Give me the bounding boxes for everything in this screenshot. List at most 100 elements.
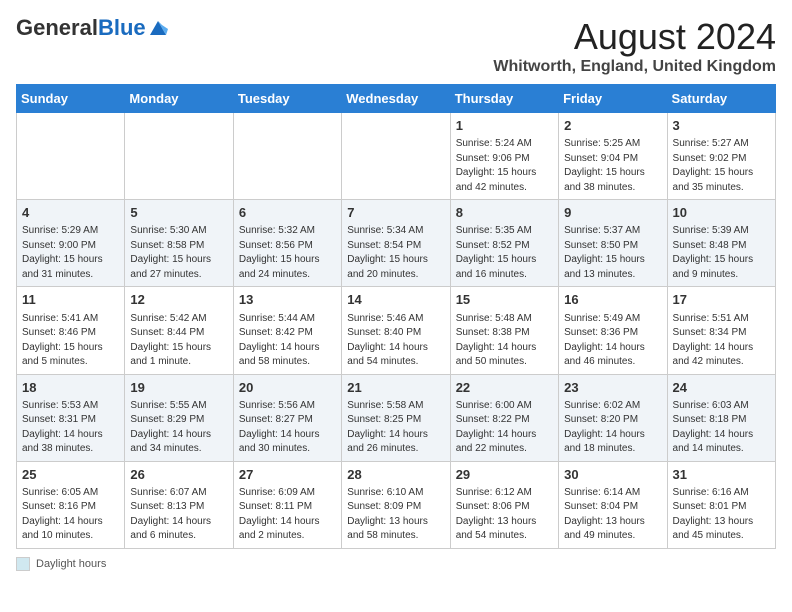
footer-note: Daylight hours [16, 557, 776, 571]
calendar-cell: 18 Sunrise: 5:53 AM Sunset: 8:31 PM Dayli… [17, 374, 125, 461]
day-number: 14 [347, 291, 444, 309]
day-info: Sunrise: 6:12 AM Sunset: 8:06 PM Dayligh… [456, 486, 553, 544]
calendar-cell: 16Sunrise: 5:49 AM Sunset: 8:36 PM Dayli… [559, 287, 667, 374]
day-number: 24 [673, 379, 770, 397]
day-number: 17 [673, 291, 770, 309]
calendar-cell [342, 113, 450, 200]
day-number: 22 [456, 379, 553, 397]
day-number: 3 [673, 117, 770, 135]
day-number: 21 [347, 379, 444, 397]
day-info: Sunrise: 5:37 AM Sunset: 8:50 PM Dayligh… [564, 224, 661, 282]
calendar-cell: 2 Sunrise: 5:25 AM Sunset: 9:04 PM Daylig… [559, 113, 667, 200]
page-header: GeneralBlue August 2024 Whitworth, Engla… [16, 16, 776, 76]
calendar-cell: 10 Sunrise: 5:39 AM Sunset: 8:48 PM Dayli… [667, 200, 775, 287]
calendar-cell: 22 Sunrise: 6:00 AM Sunset: 8:22 PM Dayli… [450, 374, 558, 461]
day-info: Sunrise: 5:25 AM Sunset: 9:04 PM Dayligh… [564, 137, 661, 195]
day-number: 1 [456, 117, 553, 135]
calendar-header-row: SundayMondayTuesdayWednesdayThursdayFrid… [17, 85, 776, 113]
day-info: Sunrise: 5:56 AM Sunset: 8:27 PM Dayligh… [239, 399, 336, 457]
weekday-header-thursday: Thursday [450, 85, 558, 113]
day-number: 10 [673, 204, 770, 222]
calendar-cell: 5 Sunrise: 5:30 AM Sunset: 8:58 PM Daylig… [125, 200, 233, 287]
day-info: Sunrise: 6:10 AM Sunset: 8:09 PM Dayligh… [347, 486, 444, 544]
weekday-header-saturday: Saturday [667, 85, 775, 113]
calendar-cell: 6 Sunrise: 5:32 AM Sunset: 8:56 PM Daylig… [233, 200, 341, 287]
calendar-cell [125, 113, 233, 200]
day-number: 5 [130, 204, 227, 222]
day-number: 4 [22, 204, 119, 222]
day-info: Sunrise: 6:07 AM Sunset: 8:13 PM Dayligh… [130, 486, 227, 544]
day-info: Sunrise: 5:46 AM Sunset: 8:40 PM Dayligh… [347, 312, 444, 370]
calendar-cell: 30 Sunrise: 6:14 AM Sunset: 8:04 PM Dayli… [559, 461, 667, 548]
day-number: 30 [564, 466, 661, 484]
calendar-cell: 3 Sunrise: 5:27 AM Sunset: 9:02 PM Daylig… [667, 113, 775, 200]
day-info: Sunrise: 6:00 AM Sunset: 8:22 PM Dayligh… [456, 399, 553, 457]
day-info: Sunrise: 5:53 AM Sunset: 8:31 PM Dayligh… [22, 399, 119, 457]
calendar-cell [17, 113, 125, 200]
weekday-header-friday: Friday [559, 85, 667, 113]
day-number: 11 [22, 291, 119, 309]
calendar-cell: 28 Sunrise: 6:10 AM Sunset: 8:09 PM Dayli… [342, 461, 450, 548]
calendar-week-row: 25Sunrise: 6:05 AM Sunset: 8:16 PM Dayli… [17, 461, 776, 548]
calendar-cell: 15 Sunrise: 5:48 AM Sunset: 8:38 PM Dayli… [450, 287, 558, 374]
calendar-week-row: 4 Sunrise: 5:29 AM Sunset: 9:00 PM Daylig… [17, 200, 776, 287]
day-number: 20 [239, 379, 336, 397]
calendar-cell: 14 Sunrise: 5:46 AM Sunset: 8:40 PM Dayli… [342, 287, 450, 374]
logo: GeneralBlue [16, 16, 168, 40]
calendar-cell: 26 Sunrise: 6:07 AM Sunset: 8:13 PM Dayli… [125, 461, 233, 548]
calendar-week-row: 11 Sunrise: 5:41 AM Sunset: 8:46 PM Dayli… [17, 287, 776, 374]
day-number: 12 [130, 291, 227, 309]
day-info: Sunrise: 6:02 AM Sunset: 8:20 PM Dayligh… [564, 399, 661, 457]
day-info: Sunrise: 5:30 AM Sunset: 8:58 PM Dayligh… [130, 224, 227, 282]
day-number: 2 [564, 117, 661, 135]
day-info: Sunrise: 5:55 AM Sunset: 8:29 PM Dayligh… [130, 399, 227, 457]
day-info: Sunrise: 5:44 AM Sunset: 8:42 PM Dayligh… [239, 312, 336, 370]
day-info: Sunrise: 5:34 AM Sunset: 8:54 PM Dayligh… [347, 224, 444, 282]
day-info: Sunrise: 5:48 AM Sunset: 8:38 PM Dayligh… [456, 312, 553, 370]
weekday-header-sunday: Sunday [17, 85, 125, 113]
day-info: Sunrise: 6:05 AM Sunset: 8:16 PM Dayligh… [22, 486, 119, 544]
day-number: 18 [22, 379, 119, 397]
title-block: August 2024 Whitworth, England, United K… [493, 16, 776, 76]
day-info: Sunrise: 5:51 AM Sunset: 8:34 PM Dayligh… [673, 312, 770, 370]
calendar-cell [233, 113, 341, 200]
day-number: 28 [347, 466, 444, 484]
day-number: 8 [456, 204, 553, 222]
day-info: Sunrise: 5:29 AM Sunset: 9:00 PM Dayligh… [22, 224, 119, 282]
calendar-cell: 8Sunrise: 5:35 AM Sunset: 8:52 PM Daylig… [450, 200, 558, 287]
calendar-cell: 12Sunrise: 5:42 AM Sunset: 8:44 PM Dayli… [125, 287, 233, 374]
day-number: 15 [456, 291, 553, 309]
calendar-cell: 23Sunrise: 6:02 AM Sunset: 8:20 PM Dayli… [559, 374, 667, 461]
calendar-cell: 19 Sunrise: 5:55 AM Sunset: 8:29 PM Dayli… [125, 374, 233, 461]
daylight-box [16, 557, 30, 571]
day-number: 13 [239, 291, 336, 309]
day-info: Sunrise: 5:39 AM Sunset: 8:48 PM Dayligh… [673, 224, 770, 282]
day-info: Sunrise: 5:41 AM Sunset: 8:46 PM Dayligh… [22, 312, 119, 370]
day-number: 9 [564, 204, 661, 222]
calendar-cell: 17 Sunrise: 5:51 AM Sunset: 8:34 PM Dayli… [667, 287, 775, 374]
calendar-cell: 11 Sunrise: 5:41 AM Sunset: 8:46 PM Dayli… [17, 287, 125, 374]
day-info: Sunrise: 5:58 AM Sunset: 8:25 PM Dayligh… [347, 399, 444, 457]
day-number: 26 [130, 466, 227, 484]
day-info: Sunrise: 6:16 AM Sunset: 8:01 PM Dayligh… [673, 486, 770, 544]
day-number: 19 [130, 379, 227, 397]
weekday-header-wednesday: Wednesday [342, 85, 450, 113]
calendar-cell: 13 Sunrise: 5:44 AM Sunset: 8:42 PM Dayli… [233, 287, 341, 374]
day-info: Sunrise: 5:24 AM Sunset: 9:06 PM Dayligh… [456, 137, 553, 195]
calendar-cell: 4 Sunrise: 5:29 AM Sunset: 9:00 PM Daylig… [17, 200, 125, 287]
calendar-week-row: 18 Sunrise: 5:53 AM Sunset: 8:31 PM Dayli… [17, 374, 776, 461]
day-info: Sunrise: 5:27 AM Sunset: 9:02 PM Dayligh… [673, 137, 770, 195]
calendar-cell: 7Sunrise: 5:34 AM Sunset: 8:54 PM Daylig… [342, 200, 450, 287]
main-title: August 2024 [493, 16, 776, 58]
subtitle: Whitworth, England, United Kingdom [493, 58, 776, 76]
day-number: 6 [239, 204, 336, 222]
weekday-header-monday: Monday [125, 85, 233, 113]
day-info: Sunrise: 5:32 AM Sunset: 8:56 PM Dayligh… [239, 224, 336, 282]
day-info: Sunrise: 6:09 AM Sunset: 8:11 PM Dayligh… [239, 486, 336, 544]
calendar-table: SundayMondayTuesdayWednesdayThursdayFrid… [16, 84, 776, 549]
day-number: 27 [239, 466, 336, 484]
day-info: Sunrise: 6:14 AM Sunset: 8:04 PM Dayligh… [564, 486, 661, 544]
calendar-cell: 27 Sunrise: 6:09 AM Sunset: 8:11 PM Dayli… [233, 461, 341, 548]
calendar-cell: 31Sunrise: 6:16 AM Sunset: 8:01 PM Dayli… [667, 461, 775, 548]
day-number: 16 [564, 291, 661, 309]
